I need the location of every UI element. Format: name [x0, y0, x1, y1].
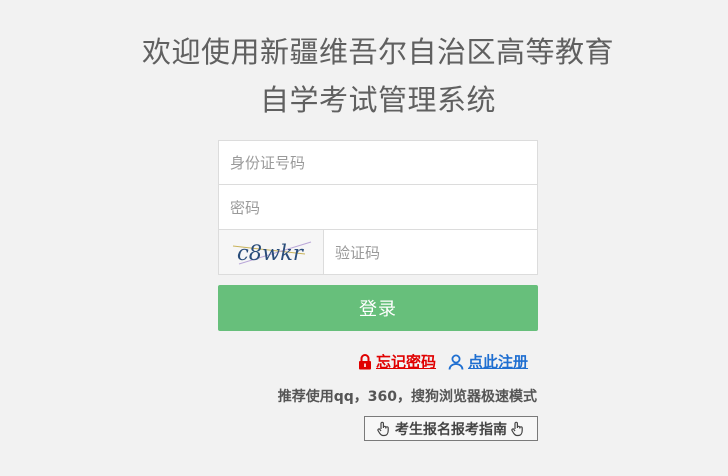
login-button-label: 登录 — [359, 299, 397, 320]
forgot-password-link[interactable]: 忘记密码 — [358, 351, 436, 372]
captcha-row: c8wkr 验证码 — [218, 230, 538, 275]
captcha-image[interactable]: c8wkr — [218, 230, 324, 275]
captcha-graphic: c8wkr — [232, 241, 312, 265]
register-label: 点此注册 — [468, 353, 529, 371]
page-title-line2: 自学考试管理系统 — [259, 83, 496, 117]
auth-links: 忘记密码 点此注册 — [358, 351, 528, 372]
browser-tip: 推荐使用qq，360，搜狗浏览器极速模式 — [277, 389, 537, 405]
hand-pointer-icon — [511, 421, 523, 436]
login-form: 身份证号码 密码 c8wkr 验证码 登录 — [218, 140, 538, 331]
password-placeholder: 密码 — [230, 198, 261, 217]
lock-icon — [359, 353, 371, 369]
forgot-password-label: 忘记密码 — [376, 353, 437, 371]
page-title-line1: 欢迎使用新疆维吾尔自治区高等教育 — [141, 35, 614, 69]
id-number-input[interactable]: 身份证号码 — [218, 140, 538, 185]
captcha-input[interactable]: 验证码 — [324, 230, 538, 275]
login-button[interactable]: 登录 — [218, 285, 538, 331]
hand-pointer-icon — [377, 421, 389, 436]
user-icon — [448, 354, 464, 370]
id-number-placeholder: 身份证号码 — [230, 154, 306, 172]
captcha-placeholder: 验证码 — [335, 243, 381, 262]
register-link[interactable]: 点此注册 — [448, 351, 528, 372]
exam-guide-button[interactable]: 考生报名报考指南 — [364, 416, 538, 441]
password-input[interactable]: 密码 — [218, 185, 538, 230]
login-page: 欢迎使用新疆维吾尔自治区高等教育 自学考试管理系统 身份证号码 密码 c8wkr… — [0, 0, 728, 476]
captcha-text: c8wkr — [237, 241, 305, 265]
exam-guide-label: 考生报名报考指南 — [395, 421, 507, 438]
